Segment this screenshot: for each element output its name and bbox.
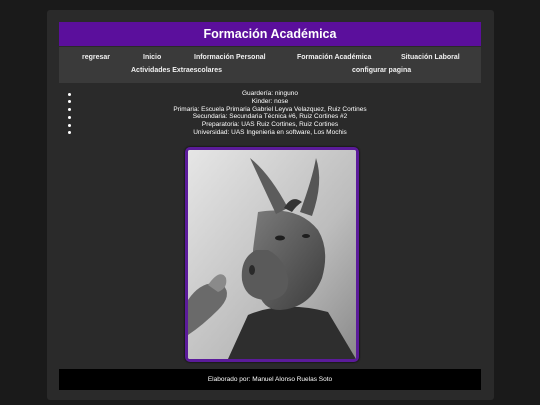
nav-link-regresar[interactable]: regresar	[82, 54, 110, 61]
bullet-icon	[68, 131, 71, 135]
bullet-icon	[68, 92, 71, 96]
bullet-icon	[68, 100, 71, 104]
nav-link-situacion-laboral[interactable]: Situación Laboral	[401, 54, 460, 61]
bullet-icon	[68, 108, 71, 112]
bullet-icon	[68, 115, 71, 119]
list-item: Primaria: Escuela Primaria Gabriel Leyva…	[59, 106, 481, 114]
list-item: Universidad: UAS Ingenieria en software,…	[59, 129, 481, 137]
list-item: Kinder: nose	[59, 98, 481, 106]
nav-link-formacion-academica[interactable]: Formación Académica	[297, 54, 371, 61]
education-guarderia: Guardería: ninguno	[241, 90, 298, 97]
footer: Elaborado por: Manuel Alonso Ruelas Soto	[59, 369, 481, 390]
page-title: Formación Académica	[59, 22, 481, 46]
list-item: Preparatoria: UAS Ruiz Cortines, Ruiz Co…	[59, 121, 481, 129]
donkey-portrait-image	[188, 150, 356, 359]
bullet-icon	[68, 123, 71, 127]
education-preparatoria: Preparatoria: UAS Ruiz Cortines, Ruiz Co…	[201, 121, 339, 129]
nav-link-configurar-pagina[interactable]: configurar pagina	[352, 67, 411, 74]
nav-link-inicio[interactable]: Inicio	[143, 54, 161, 61]
education-kinder: Kinder: nose	[251, 97, 289, 105]
education-secundaria: Secundaria: Secundaria Técnica #6, Ruiz …	[192, 113, 348, 121]
education-universidad: Universidad: UAS Ingenieria en software,…	[193, 128, 347, 136]
profile-photo	[185, 147, 359, 362]
footer-credit: Elaborado por: Manuel Alonso Ruelas Soto	[207, 376, 333, 383]
nav-bar: regresar Inicio Información Personal For…	[59, 47, 481, 83]
education-list: Guardería: ninguno Kinder: nose Primaria…	[59, 90, 481, 137]
list-item: Secundaria: Secundaria Técnica #6, Ruiz …	[59, 113, 481, 121]
list-item: Guardería: ninguno	[59, 90, 481, 98]
education-primaria: Primaria: Escuela Primaria Gabriel Leyva…	[173, 105, 367, 113]
page-container: Formación Académica regresar Inicio Info…	[47, 10, 494, 400]
nav-link-informacion-personal[interactable]: Información Personal	[194, 54, 266, 61]
nav-link-actividades-extraescolares[interactable]: Actividades Extraescolares	[131, 67, 222, 74]
